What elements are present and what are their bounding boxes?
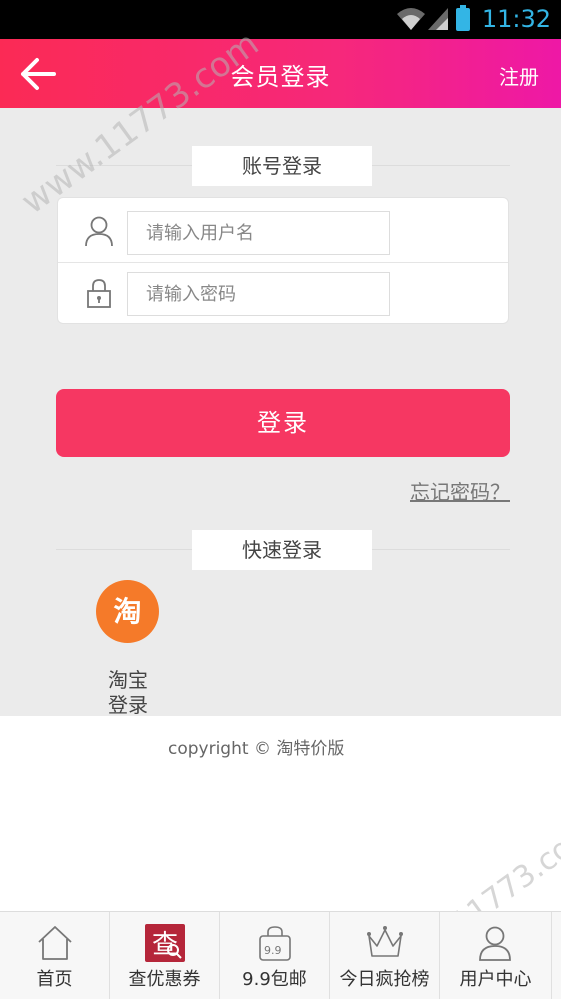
bag-icon: 9.9 (259, 926, 291, 961)
taobao-login-icon[interactable]: 淘 (96, 580, 159, 643)
form-divider (58, 262, 508, 263)
home-icon (38, 926, 72, 960)
wifi-icon (397, 8, 425, 30)
quick-login-heading: 快速登录 (192, 530, 372, 570)
copyright-text: copyright © 淘特价版 (168, 739, 345, 759)
signal-icon (428, 8, 448, 30)
taobao-label-line2: 登录 (108, 693, 148, 717)
tab-home[interactable]: 首页 (0, 912, 110, 999)
account-login-heading: 账号登录 (192, 146, 372, 186)
tab-label: 用户中心 (459, 969, 532, 990)
tab-coupon[interactable]: 查 查优惠券 (110, 912, 220, 999)
status-bar: 11:32 (0, 0, 561, 39)
forgot-password-link[interactable]: 忘记密码？ (410, 476, 510, 505)
tab-label: 查优惠券 (128, 969, 201, 990)
taobao-login-label[interactable]: 淘宝 登录 (96, 668, 160, 718)
login-button[interactable]: 登录 (56, 389, 510, 457)
password-input[interactable] (127, 272, 390, 316)
username-input[interactable] (127, 211, 390, 255)
coupon-icon: 查 (145, 924, 185, 962)
battery-icon (456, 5, 470, 31)
svg-text:9.9: 9.9 (264, 944, 282, 957)
crown-icon (367, 926, 403, 957)
tab-hot-list[interactable]: 今日疯抢榜 (330, 912, 440, 999)
user-icon (85, 216, 113, 247)
tab-label: 首页 (36, 969, 73, 990)
tab-user-center[interactable]: 用户中心 (440, 912, 552, 999)
user-icon (479, 926, 511, 961)
tab-label: 9.9包邮 (242, 969, 307, 990)
register-link[interactable]: 注册 (499, 61, 539, 90)
lock-icon (87, 279, 111, 308)
page-title: 会员登录 (230, 63, 331, 91)
app-header: 会员登录 注册 (0, 39, 561, 108)
taobao-label-line1: 淘宝 (108, 668, 148, 692)
bottom-tab-bar: 首页 查 查优惠券 9.9 9.9包邮 今日疯抢榜 用户中心 (0, 911, 561, 999)
tab-free-shipping[interactable]: 9.9 9.9包邮 (220, 912, 330, 999)
status-time: 11:32 (481, 5, 551, 33)
login-form (57, 197, 509, 324)
tab-label: 今日疯抢榜 (339, 969, 430, 990)
